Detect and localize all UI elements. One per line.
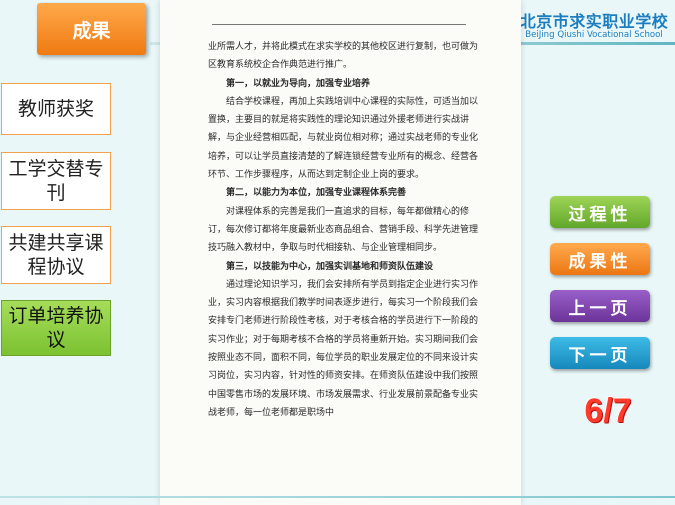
result-button[interactable]: 成果性 bbox=[550, 243, 650, 275]
prev-page-button[interactable]: 上一页 bbox=[550, 290, 650, 322]
document-body: 业所需人才，并将此模式在求实学校的其他校区进行复制，也可做为区教育系统校企合作典… bbox=[208, 38, 478, 422]
section-title: 成果 bbox=[37, 3, 146, 55]
nav-item-label: 教师获奖 bbox=[17, 98, 94, 120]
prev-page-button-label: 上一页 bbox=[568, 298, 632, 319]
nav-item-shared-course-agreement[interactable]: 共建共享课程协议 bbox=[1, 226, 111, 284]
doc-paragraph: 结合学校课程，再加上实践培训中心课程的实际性，可适当加以置换，主要目的就是将实践… bbox=[208, 96, 479, 181]
doc-heading: 第二，以能力为本位，加强专业课程体系完善 bbox=[226, 188, 407, 199]
doc-paragraph: 对课程体系的完善是我们一直追求的目标，每年都做精心的修订，每次修订都将年度最新业… bbox=[208, 206, 479, 254]
footer-divider bbox=[0, 496, 675, 498]
result-button-label: 成果性 bbox=[568, 251, 632, 272]
process-button[interactable]: 过程性 bbox=[550, 196, 650, 228]
nav-item-teacher-awards[interactable]: 教师获奖 bbox=[1, 83, 111, 135]
doc-heading: 第三，以技能为中心，加强实训基地和师资队伍建设 bbox=[226, 261, 434, 272]
page-indicator: 6/7 bbox=[584, 392, 632, 430]
nav-item-label: 共建共享课程协议 bbox=[8, 232, 104, 278]
nav-item-label: 订单培养协议 bbox=[8, 305, 104, 351]
scanned-document-page: 业所需人才，并将此模式在求实学校的其他校区进行复制，也可做为区教育系统校企合作典… bbox=[160, 0, 521, 505]
nav-item-order-training-agreement[interactable]: 订单培养协议 bbox=[1, 300, 111, 356]
doc-paragraph: 业所需人才，并将此模式在求实学校的其他校区进行复制，也可做为区教育系统校企合作典… bbox=[208, 42, 479, 71]
nav-item-work-study-journal[interactable]: 工学交替专刊 bbox=[1, 152, 111, 210]
document-top-rule bbox=[212, 24, 466, 25]
school-logo-name-en: BeiJing Qiushi Vocational School bbox=[525, 30, 663, 40]
doc-paragraph: 通过理论知识学习，我们会安排所有学员到指定企业进行实习作业，实习内容根据我们教学… bbox=[208, 279, 479, 418]
doc-heading: 第一，以就业为导向，加强专业培养 bbox=[226, 78, 371, 89]
section-title-label: 成果 bbox=[72, 19, 111, 42]
next-page-button[interactable]: 下一页 bbox=[550, 337, 650, 369]
nav-item-label: 工学交替专刊 bbox=[8, 158, 104, 204]
school-logo-name: 北京市求实职业学校 bbox=[519, 12, 669, 31]
next-page-button-label: 下一页 bbox=[568, 345, 632, 366]
process-button-label: 过程性 bbox=[568, 204, 632, 225]
